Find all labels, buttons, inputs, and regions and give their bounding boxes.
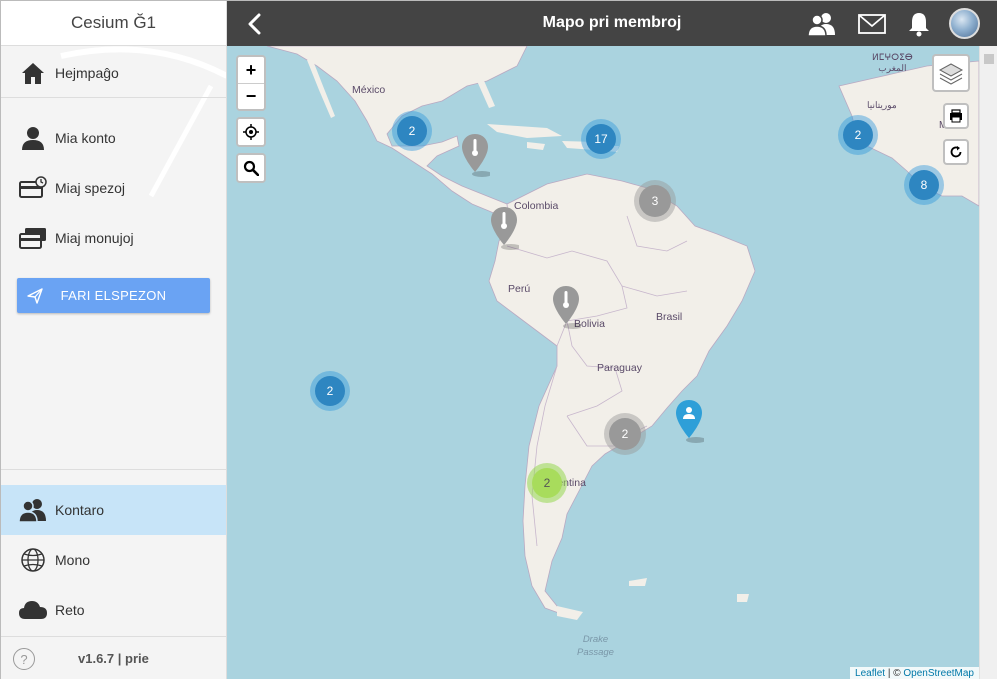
sidebar-footer: ? v1.6.7 | prie	[1, 636, 226, 679]
printer-icon	[950, 109, 962, 123]
sidebar: Cesium Ğ1 Hejmpaĝo Mia konto Miaj spezoj	[1, 1, 227, 679]
refresh-icon	[950, 146, 962, 158]
sidebar-item-transactions[interactable]: Miaj spezoj	[1, 163, 226, 213]
make-payment-button[interactable]: FARI ELSPEZON	[17, 278, 210, 313]
globe-icon	[18, 545, 48, 575]
sidebar-item-account[interactable]: Mia konto	[1, 113, 226, 163]
crosshair-icon	[243, 124, 259, 140]
thermometer-pin-icon[interactable]	[460, 132, 490, 178]
marker-cluster[interactable]: 2	[310, 371, 350, 411]
cloud-icon	[18, 595, 48, 625]
scrollbar[interactable]	[979, 46, 997, 679]
sidebar-item-label: Mono	[55, 552, 91, 568]
app-window: Cesium Ğ1 Hejmpaĝo Mia konto Miaj spezoj	[0, 0, 997, 679]
sidebar-item-label: Mia konto	[55, 130, 116, 146]
label-brasil: Brasil	[656, 311, 683, 323]
members-map[interactable]: México Colombia Perú Bolivia Brasil Para…	[227, 46, 979, 679]
locate-control	[236, 117, 266, 147]
zoom-out-button[interactable]: −	[238, 83, 264, 109]
marker-cluster[interactable]: 2	[392, 111, 432, 151]
leaflet-link[interactable]: Leaflet	[855, 668, 885, 679]
thermometer-pin-icon[interactable]	[551, 284, 581, 330]
envelope-icon	[858, 14, 886, 34]
cluster-count: 3	[639, 185, 671, 217]
cluster-count: 2	[609, 418, 641, 450]
member-pin-icon[interactable]	[674, 398, 704, 444]
layers-button[interactable]	[932, 54, 970, 92]
people-icon	[18, 495, 48, 525]
layers-icon	[938, 63, 964, 85]
sidebar-item-currency[interactable]: Mono	[1, 535, 226, 585]
top-bar: Mapo pri membroj	[227, 1, 997, 46]
sidebar-item-home[interactable]: Hejmpaĝo	[1, 48, 226, 98]
cards-icon	[18, 223, 48, 253]
help-button[interactable]: ?	[13, 648, 35, 670]
label-drake-passage: Drake Passage	[577, 634, 614, 658]
zoom-control: + −	[236, 55, 266, 111]
version-label: v1.6.7 | prie	[78, 651, 149, 666]
sidebar-item-contacts[interactable]: Kontaro	[1, 485, 226, 535]
marker-cluster[interactable]: 17	[581, 119, 621, 159]
openstreetmap-link[interactable]: OpenStreetMap	[903, 668, 974, 679]
card-clock-icon	[18, 173, 48, 203]
sidebar-item-network[interactable]: Reto	[1, 585, 226, 635]
refresh-button[interactable]	[943, 139, 969, 165]
locate-button[interactable]	[238, 119, 264, 145]
app-title-bar: Cesium Ğ1	[1, 1, 226, 46]
sidebar-item-label: Miaj spezoj	[55, 180, 126, 196]
search-control	[236, 153, 266, 183]
sidebar-item-wallets[interactable]: Miaj monujoj	[1, 213, 226, 263]
messages-button[interactable]	[856, 8, 888, 40]
home-icon	[18, 58, 48, 88]
person-icon	[18, 123, 48, 153]
bell-icon	[909, 13, 929, 37]
marker-cluster[interactable]: 2	[838, 115, 878, 155]
divider	[1, 97, 226, 98]
cluster-count: 2	[843, 120, 873, 150]
make-payment-label: FARI ELSPEZON	[60, 288, 167, 303]
label-paraguay: Paraguay	[597, 362, 642, 374]
people-icon	[807, 13, 835, 37]
marker-cluster[interactable]: 2	[527, 463, 567, 503]
notifications-button[interactable]	[903, 8, 935, 40]
marker-cluster[interactable]: 3	[634, 180, 676, 222]
label-mexico: México	[352, 84, 386, 96]
user-avatar[interactable]	[949, 8, 980, 39]
zoom-in-button[interactable]: +	[238, 57, 264, 83]
app-title: Cesium Ğ1	[70, 13, 157, 32]
divider	[1, 469, 226, 470]
search-icon	[243, 160, 259, 176]
sidebar-item-label: Hejmpaĝo	[55, 65, 119, 81]
marker-cluster[interactable]: 2	[604, 413, 646, 455]
thermometer-pin-icon[interactable]	[489, 205, 519, 251]
label-morocco: ⵍⵎⵖⵔⵉⴱ المغرب	[872, 52, 913, 73]
map-search-button[interactable]	[238, 155, 264, 181]
label-mauritania: موريتانيا	[867, 100, 897, 110]
send-icon	[27, 288, 43, 304]
sidebar-item-label: Kontaro	[55, 502, 105, 518]
print-button[interactable]	[943, 103, 969, 129]
label-peru: Perú	[508, 283, 531, 295]
marker-cluster[interactable]: 8	[904, 165, 944, 205]
cluster-count: 8	[909, 170, 939, 200]
sidebar-item-label: Reto	[55, 602, 85, 618]
map-attribution: Leaflet | © OpenStreetMap	[850, 667, 979, 679]
sidebar-item-label: Miaj monujoj	[55, 230, 134, 246]
label-colombia: Colombia	[514, 200, 559, 212]
attribution-separator: | ©	[885, 668, 904, 679]
cluster-count: 2	[397, 116, 427, 146]
cluster-count: 17	[586, 124, 616, 154]
contacts-button[interactable]	[806, 8, 838, 40]
scrollbar-thumb[interactable]	[984, 54, 994, 64]
cluster-count: 2	[315, 376, 345, 406]
cluster-count: 2	[532, 468, 562, 498]
